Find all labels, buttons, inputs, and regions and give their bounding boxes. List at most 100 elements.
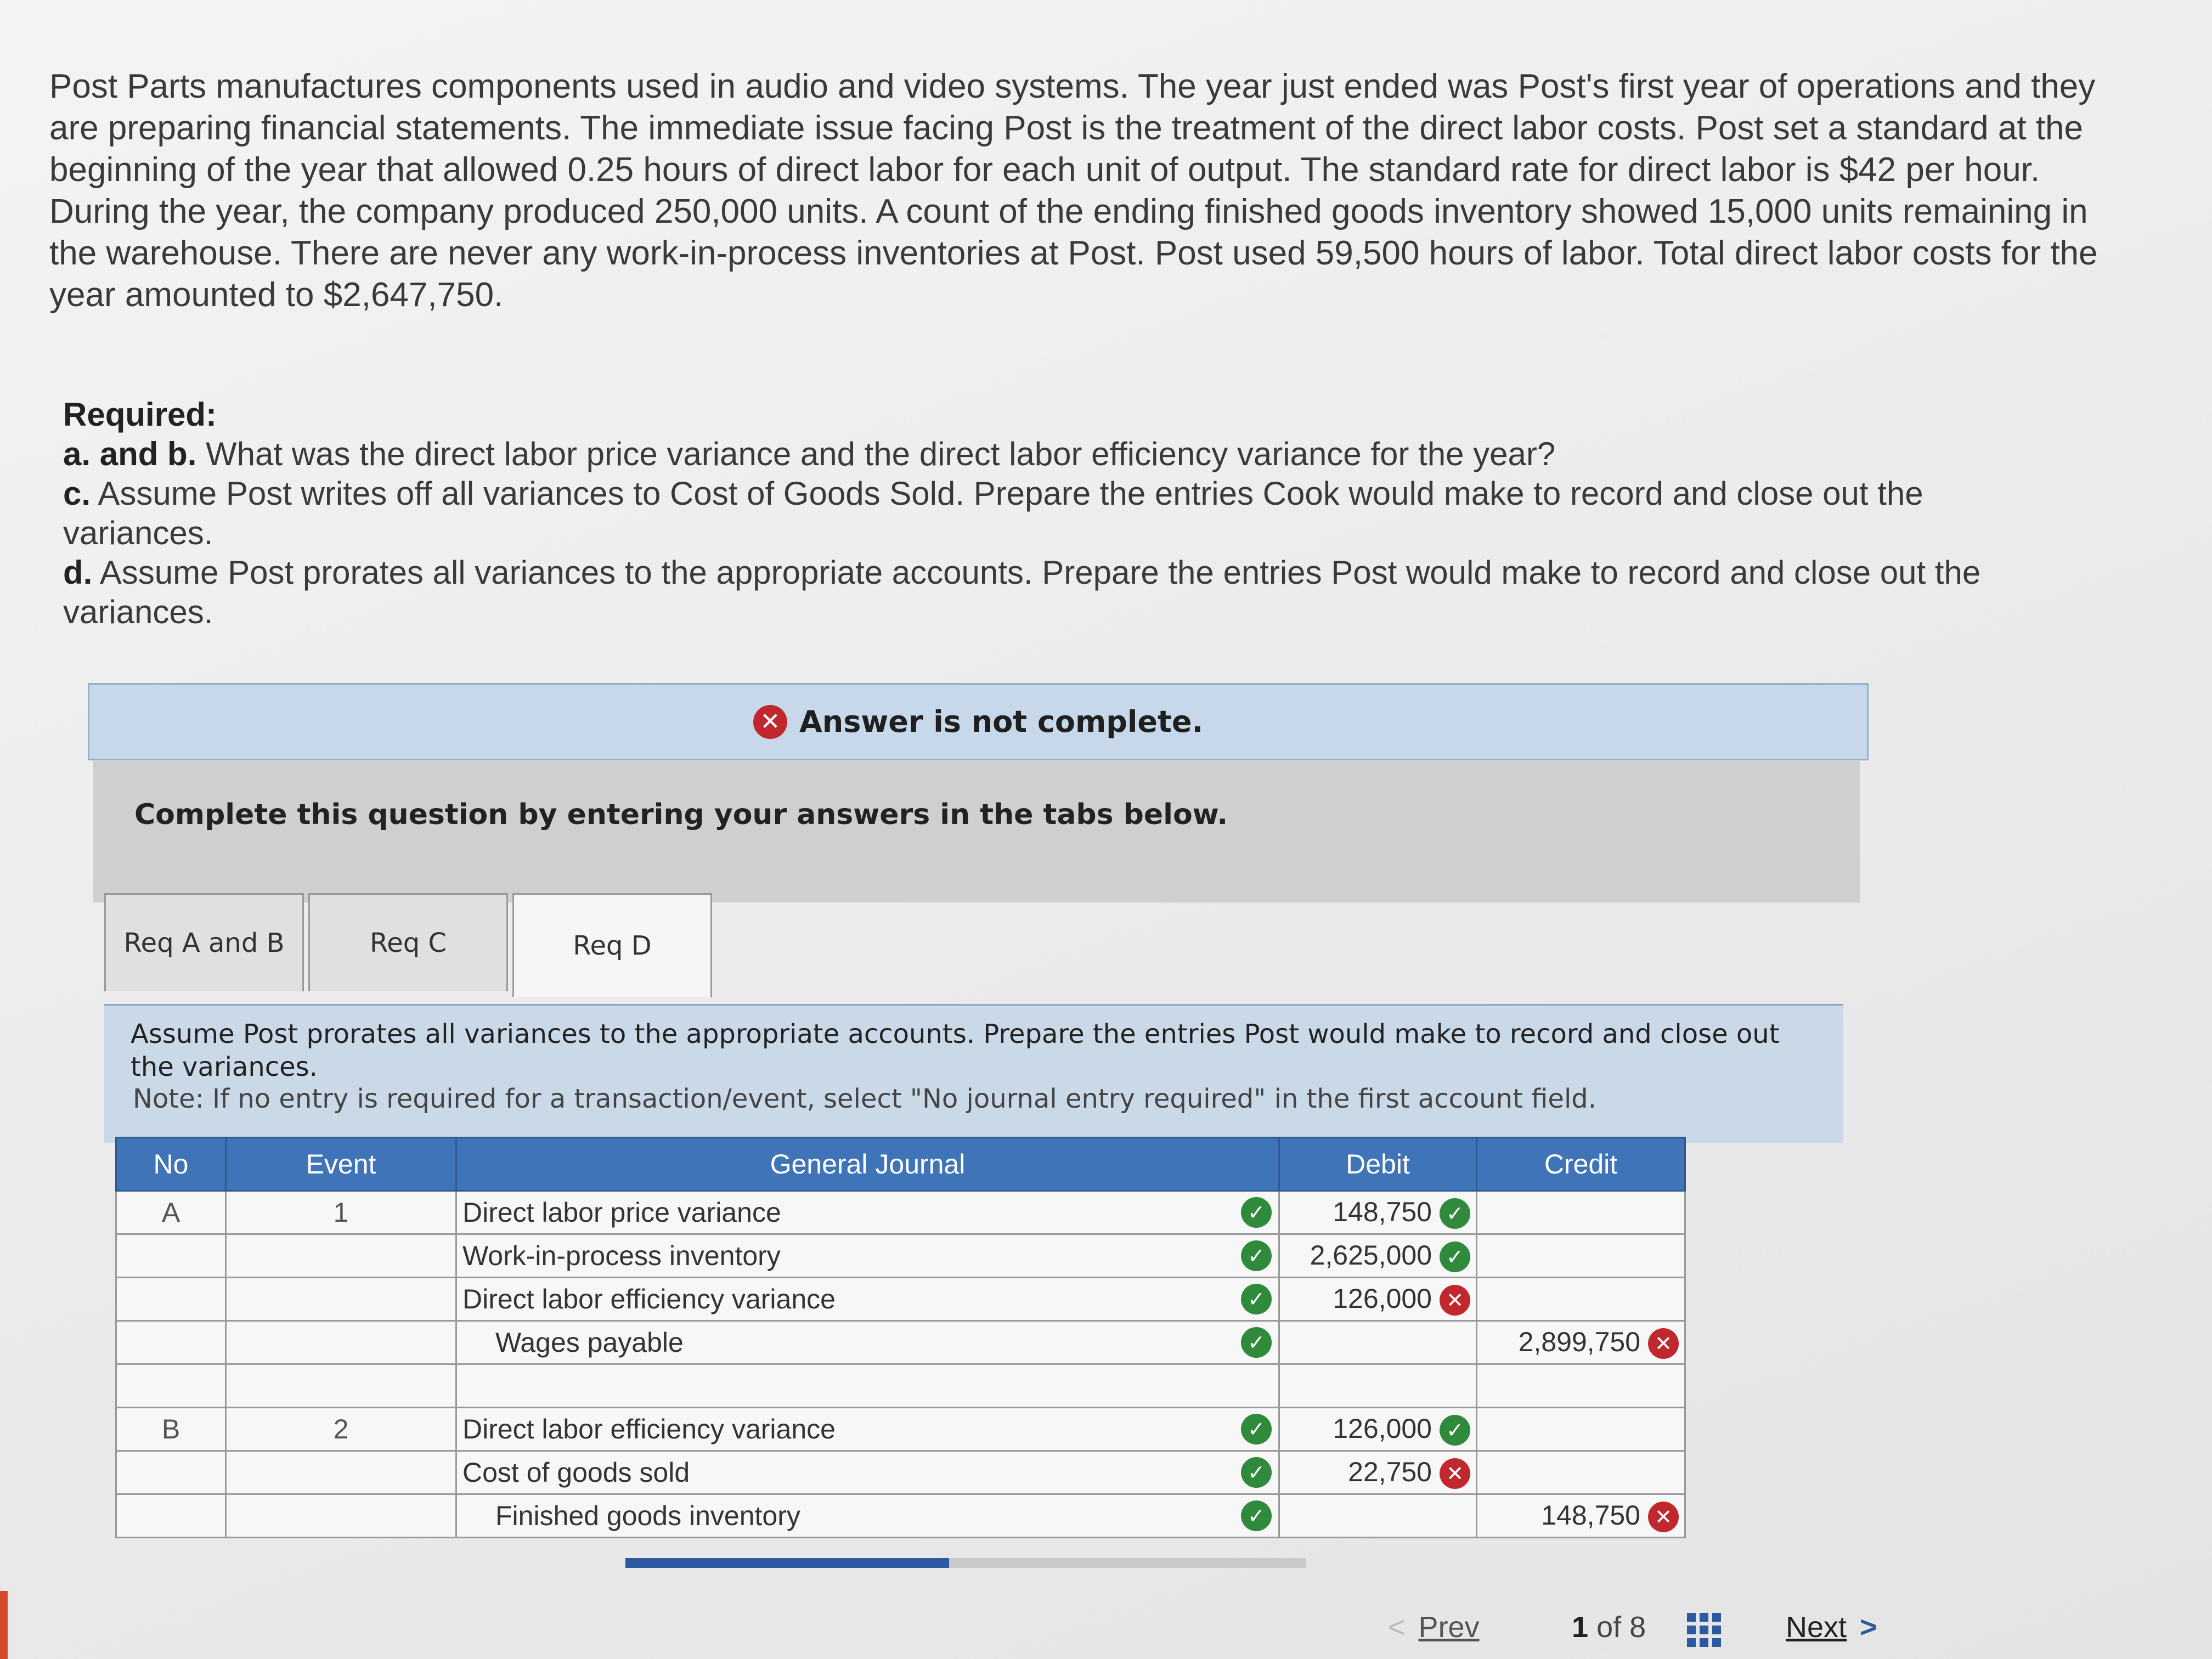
check-icon: ✓	[1241, 1457, 1272, 1488]
journal-row	[115, 1363, 1686, 1408]
row-event	[225, 1277, 457, 1322]
credit-input-text: 148,750	[1541, 1499, 1640, 1531]
x-icon: ✕	[1440, 1285, 1470, 1316]
answer-status-banner: ✕ Answer is not complete.	[88, 683, 1869, 760]
instruction-bar: Complete this question by entering your …	[93, 760, 1860, 902]
grid-icon[interactable]	[1687, 1613, 1721, 1647]
account-select[interactable]: Direct labor efficiency variance ✓	[455, 1407, 1280, 1452]
grid-cell	[1687, 1613, 1696, 1622]
account-select[interactable]: Direct labor price variance ✓	[455, 1190, 1280, 1235]
check-icon: ✓	[1241, 1284, 1272, 1314]
scrollbar-thumb[interactable]	[625, 1558, 949, 1568]
horizontal-scrollbar[interactable]	[625, 1558, 1306, 1568]
next-button[interactable]: Next >	[1786, 1610, 1877, 1654]
credit-input[interactable]: 2,899,750 ✕	[1476, 1320, 1686, 1365]
debit-input-text: 2,625,000	[1310, 1239, 1432, 1271]
account-select[interactable]: Wages payable ✓	[455, 1320, 1280, 1365]
journal-row: Work-in-process inventory ✓ 2,625,000 ✓	[115, 1233, 1686, 1278]
requirement-tabs: Req A and B Req C Req D	[104, 893, 716, 997]
credit-input[interactable]	[1476, 1450, 1686, 1495]
header-debit: Debit	[1278, 1137, 1477, 1192]
row-no	[115, 1320, 227, 1365]
page-current: 1	[1572, 1611, 1589, 1644]
account-select[interactable]: Direct labor efficiency variance ✓	[455, 1277, 1280, 1322]
credit-input[interactable]	[1476, 1277, 1686, 1322]
required-item-c: c. Assume Post writes off all variances …	[63, 474, 2038, 553]
credit-input-text: 2,899,750	[1518, 1326, 1640, 1357]
debit-input[interactable]	[1278, 1363, 1477, 1408]
check-icon: ✓	[1440, 1198, 1470, 1229]
row-no	[115, 1233, 227, 1278]
tab-req-c[interactable]: Req C	[308, 893, 508, 991]
page-total: of 8	[1596, 1611, 1646, 1644]
required-item-d: d. Assume Post prorates all variances to…	[63, 553, 2038, 632]
account-select-text: Direct labor efficiency variance	[462, 1284, 836, 1314]
credit-input[interactable]: 148,750 ✕	[1476, 1493, 1686, 1538]
grid-cell	[1712, 1626, 1721, 1634]
edge-accent	[0, 1591, 8, 1659]
check-icon: ✓	[1241, 1414, 1272, 1444]
debit-input[interactable]	[1278, 1493, 1477, 1538]
header-credit: Credit	[1476, 1137, 1686, 1192]
account-select[interactable]: Work-in-process inventory ✓	[455, 1233, 1280, 1278]
journal-row: A 1 Direct labor price variance ✓ 148,750 ✓	[115, 1190, 1686, 1235]
required-item-label: d.	[63, 554, 93, 591]
row-no: B	[115, 1407, 227, 1452]
required-item-ab: a. and b. What was the direct labor pric…	[63, 435, 2038, 474]
row-no	[115, 1277, 227, 1322]
debit-input[interactable]: 126,000 ✕	[1278, 1277, 1477, 1322]
required-item-label: a. and b.	[63, 436, 197, 472]
x-icon: ✕	[1648, 1328, 1679, 1359]
header-event: Event	[225, 1137, 457, 1192]
check-icon: ✓	[1241, 1197, 1272, 1228]
grid-cell	[1700, 1613, 1708, 1622]
journal-body: A 1 Direct labor price variance ✓ 148,750 ✓ Wo…	[115, 1190, 1686, 1538]
account-select-text: Direct labor efficiency variance	[462, 1414, 836, 1444]
account-select[interactable]	[455, 1363, 1280, 1408]
row-event-text: 1	[333, 1197, 349, 1228]
instruction-text: Complete this question by entering your …	[134, 798, 1228, 831]
check-icon: ✓	[1440, 1242, 1470, 1273]
row-no	[115, 1363, 227, 1408]
debit-input[interactable]: 22,750 ✕	[1278, 1450, 1477, 1495]
debit-input[interactable]: 148,750 ✓	[1278, 1190, 1477, 1235]
grid-cell	[1687, 1626, 1696, 1634]
account-select[interactable]: Cost of goods sold ✓	[455, 1450, 1280, 1495]
tab-req-d[interactable]: Req D	[512, 893, 712, 997]
prev-button[interactable]: < Prev	[1388, 1610, 1480, 1654]
tab-req-a-and-b[interactable]: Req A and B	[104, 893, 304, 991]
account-select-text: Cost of goods sold	[462, 1457, 690, 1488]
row-event	[225, 1320, 457, 1365]
row-no: A	[115, 1190, 227, 1235]
prev-label: Prev	[1418, 1611, 1480, 1644]
x-icon: ✕	[1440, 1458, 1470, 1489]
debit-input[interactable]	[1278, 1320, 1477, 1365]
row-event	[225, 1363, 457, 1408]
x-circle-icon: ✕	[753, 704, 787, 739]
row-event	[225, 1233, 457, 1278]
grid-cell	[1712, 1613, 1721, 1622]
debit-input[interactable]: 126,000 ✓	[1278, 1407, 1477, 1452]
account-select[interactable]: Finished goods inventory ✓	[455, 1493, 1280, 1538]
debit-input-text: 22,750	[1348, 1456, 1432, 1487]
check-icon: ✓	[1241, 1500, 1272, 1531]
check-icon: ✓	[1440, 1415, 1470, 1446]
header-no: No	[115, 1137, 227, 1192]
row-event	[225, 1493, 457, 1538]
x-icon: ✕	[1648, 1502, 1679, 1533]
panel-note: Note: If no entry is required for a tran…	[133, 1084, 1597, 1114]
required-item-text: Assume Post writes off all variances to …	[63, 475, 1923, 551]
credit-input[interactable]	[1476, 1190, 1686, 1235]
header-general-journal: General Journal	[455, 1137, 1280, 1192]
journal-row: Wages payable ✓ 2,899,750 ✕	[115, 1320, 1686, 1365]
debit-input[interactable]: 2,625,000 ✓	[1278, 1233, 1477, 1278]
account-select-text: Direct labor price variance	[462, 1197, 781, 1228]
credit-input[interactable]	[1476, 1363, 1686, 1408]
credit-input[interactable]	[1476, 1407, 1686, 1452]
credit-input[interactable]	[1476, 1233, 1686, 1278]
row-event: 2	[225, 1407, 457, 1452]
answer-status-text: Answer is not complete.	[799, 704, 1204, 739]
row-event: 1	[225, 1190, 457, 1235]
row-no	[115, 1493, 227, 1538]
row-event-text: 2	[333, 1414, 349, 1444]
